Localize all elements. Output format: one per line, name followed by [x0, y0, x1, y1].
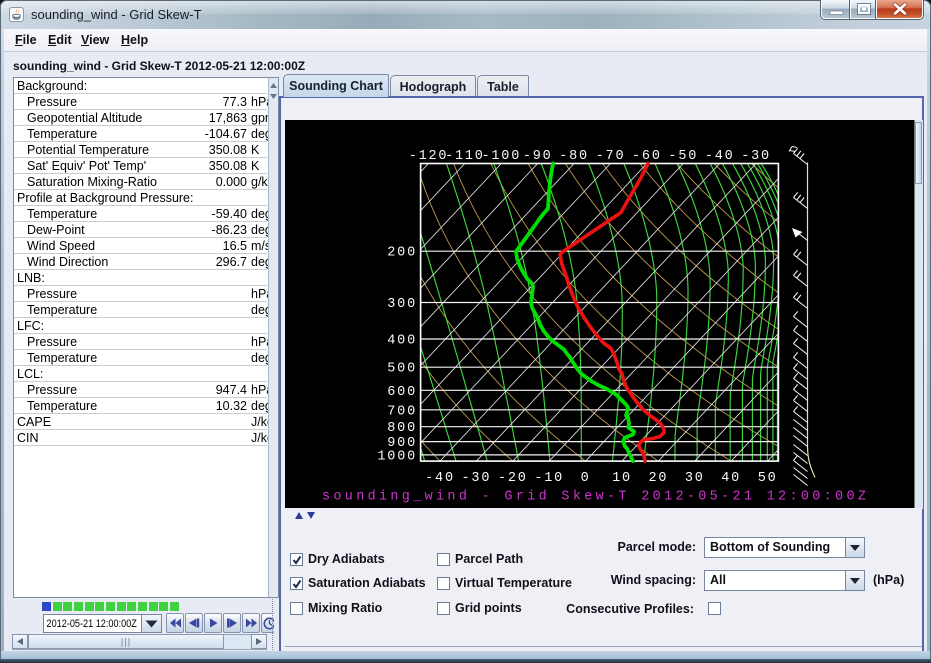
- svg-text:0: 0: [581, 471, 591, 486]
- svg-text:-30: -30: [741, 149, 771, 164]
- svg-text:1000: 1000: [377, 449, 417, 464]
- svg-text:-90: -90: [523, 149, 553, 164]
- svg-text:-60: -60: [632, 149, 662, 164]
- svg-text:200: 200: [387, 245, 417, 260]
- svg-text:30: 30: [685, 471, 705, 486]
- svg-text:40: 40: [721, 471, 741, 486]
- svg-text:-110: -110: [445, 149, 485, 164]
- svg-text:sounding_wind - Grid Skew-T 20: sounding_wind - Grid Skew-T 2012-05-21 1…: [322, 489, 869, 504]
- svg-text:20: 20: [648, 471, 668, 486]
- svg-text:-120: -120: [409, 149, 449, 164]
- svg-text:800: 800: [387, 421, 417, 436]
- svg-text:-40: -40: [705, 149, 735, 164]
- svg-text:500: 500: [387, 361, 417, 376]
- svg-text:-20: -20: [498, 471, 528, 486]
- svg-text:-40: -40: [425, 471, 455, 486]
- svg-text:10: 10: [612, 471, 632, 486]
- svg-text:-80: -80: [559, 149, 589, 164]
- svg-text:-70: -70: [596, 149, 626, 164]
- svg-text:300: 300: [387, 297, 417, 312]
- svg-text:-50: -50: [668, 149, 698, 164]
- svg-text:700: 700: [387, 404, 417, 419]
- svg-text:50: 50: [758, 471, 778, 486]
- svg-text:-100: -100: [481, 149, 521, 164]
- svg-text:-30: -30: [462, 471, 492, 486]
- svg-text:400: 400: [387, 333, 417, 348]
- svg-text:-10: -10: [534, 471, 564, 486]
- svg-text:600: 600: [387, 384, 417, 399]
